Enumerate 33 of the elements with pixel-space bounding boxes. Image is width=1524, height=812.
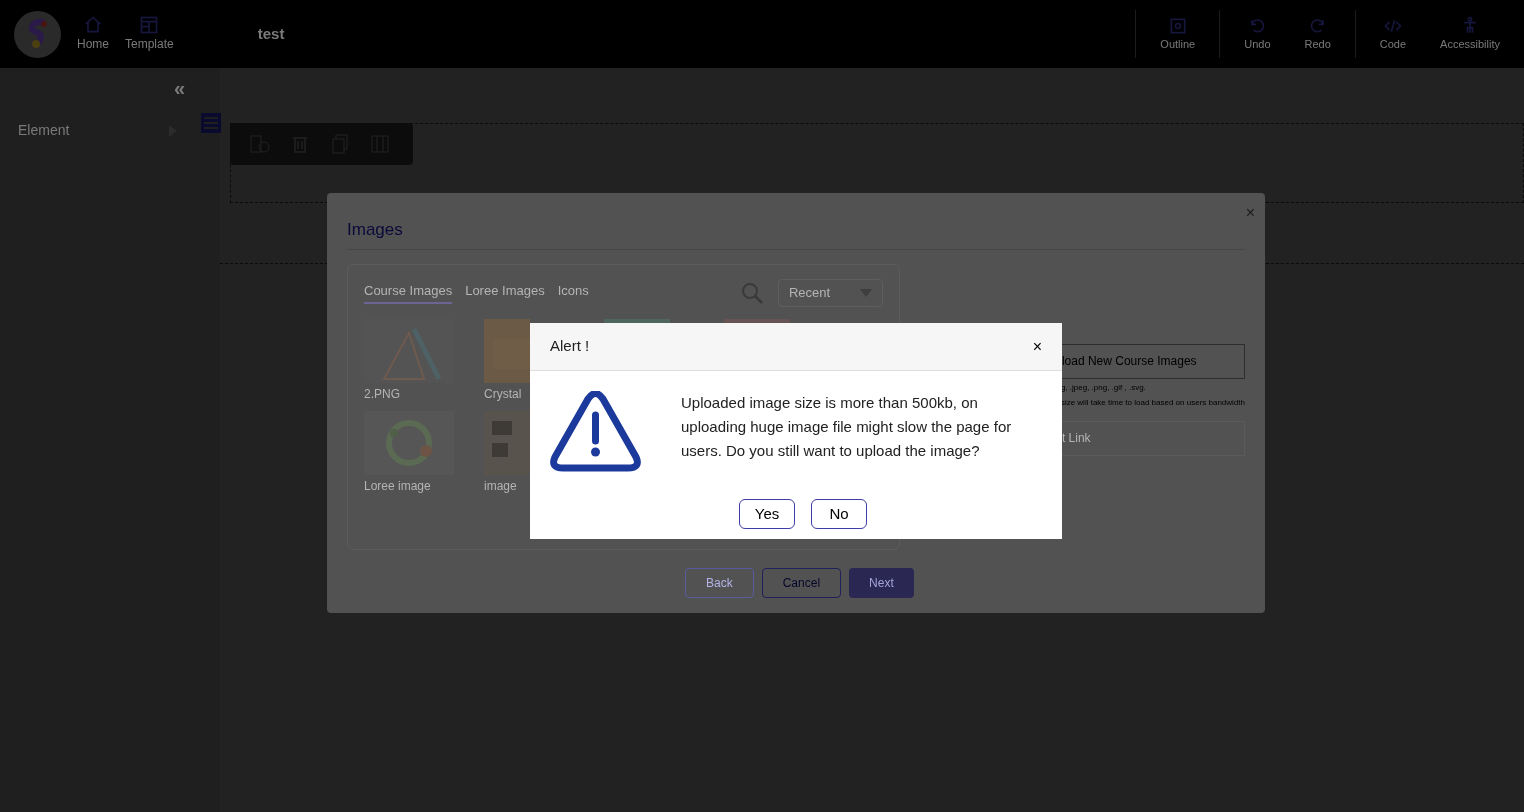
toolbar-button[interactable]: Redo (1294, 15, 1341, 53)
image-name: 2.PNG (364, 385, 401, 403)
logo-icon (14, 10, 61, 58)
tab[interactable]: Loree Images (465, 281, 545, 304)
alert-title: Alert ! (550, 336, 590, 357)
dialog-title: Images (347, 220, 403, 239)
image-name: Loree image (364, 477, 432, 495)
image-name: image (484, 477, 518, 495)
toolbar-button[interactable]: Outline (1150, 15, 1206, 53)
menu-icon[interactable] (201, 113, 221, 133)
dialog-button[interactable]: Back (685, 567, 754, 598)
toolbar-button[interactable]: Accessibility (1430, 15, 1510, 53)
alert-button[interactable]: Yes (739, 499, 795, 529)
sort-dropdown[interactable]: Recent (777, 278, 883, 307)
document-title: test (257, 23, 285, 44)
upload-note: size will take time to load based on users bandwidth (1059, 396, 1245, 409)
search-icon[interactable] (739, 280, 764, 305)
dialog-button[interactable]: Next (849, 567, 914, 598)
alert-message: Uploaded image size is more than 500kb, on uploading huge image file might slow the page for users. Do you still want to upload the image? (681, 393, 1013, 461)
warning-icon (550, 391, 641, 473)
tab[interactable]: Course Images (364, 281, 453, 304)
collapse-button[interactable]: « (173, 78, 185, 98)
dialog-button[interactable]: Cancel (761, 567, 842, 598)
nav-button[interactable]: Template (125, 15, 174, 53)
nav-button[interactable]: Home (77, 15, 109, 53)
home-icon (83, 15, 103, 35)
alert-button[interactable]: No (811, 499, 867, 529)
sidebar-item[interactable]: Element (18, 120, 178, 141)
image-name: Crystal (484, 385, 523, 403)
tab[interactable]: Icons (557, 281, 589, 304)
toolbar-button[interactable]: Undo (1234, 15, 1281, 53)
toolbar-button[interactable]: Code (1369, 15, 1417, 53)
template-icon (139, 15, 160, 35)
